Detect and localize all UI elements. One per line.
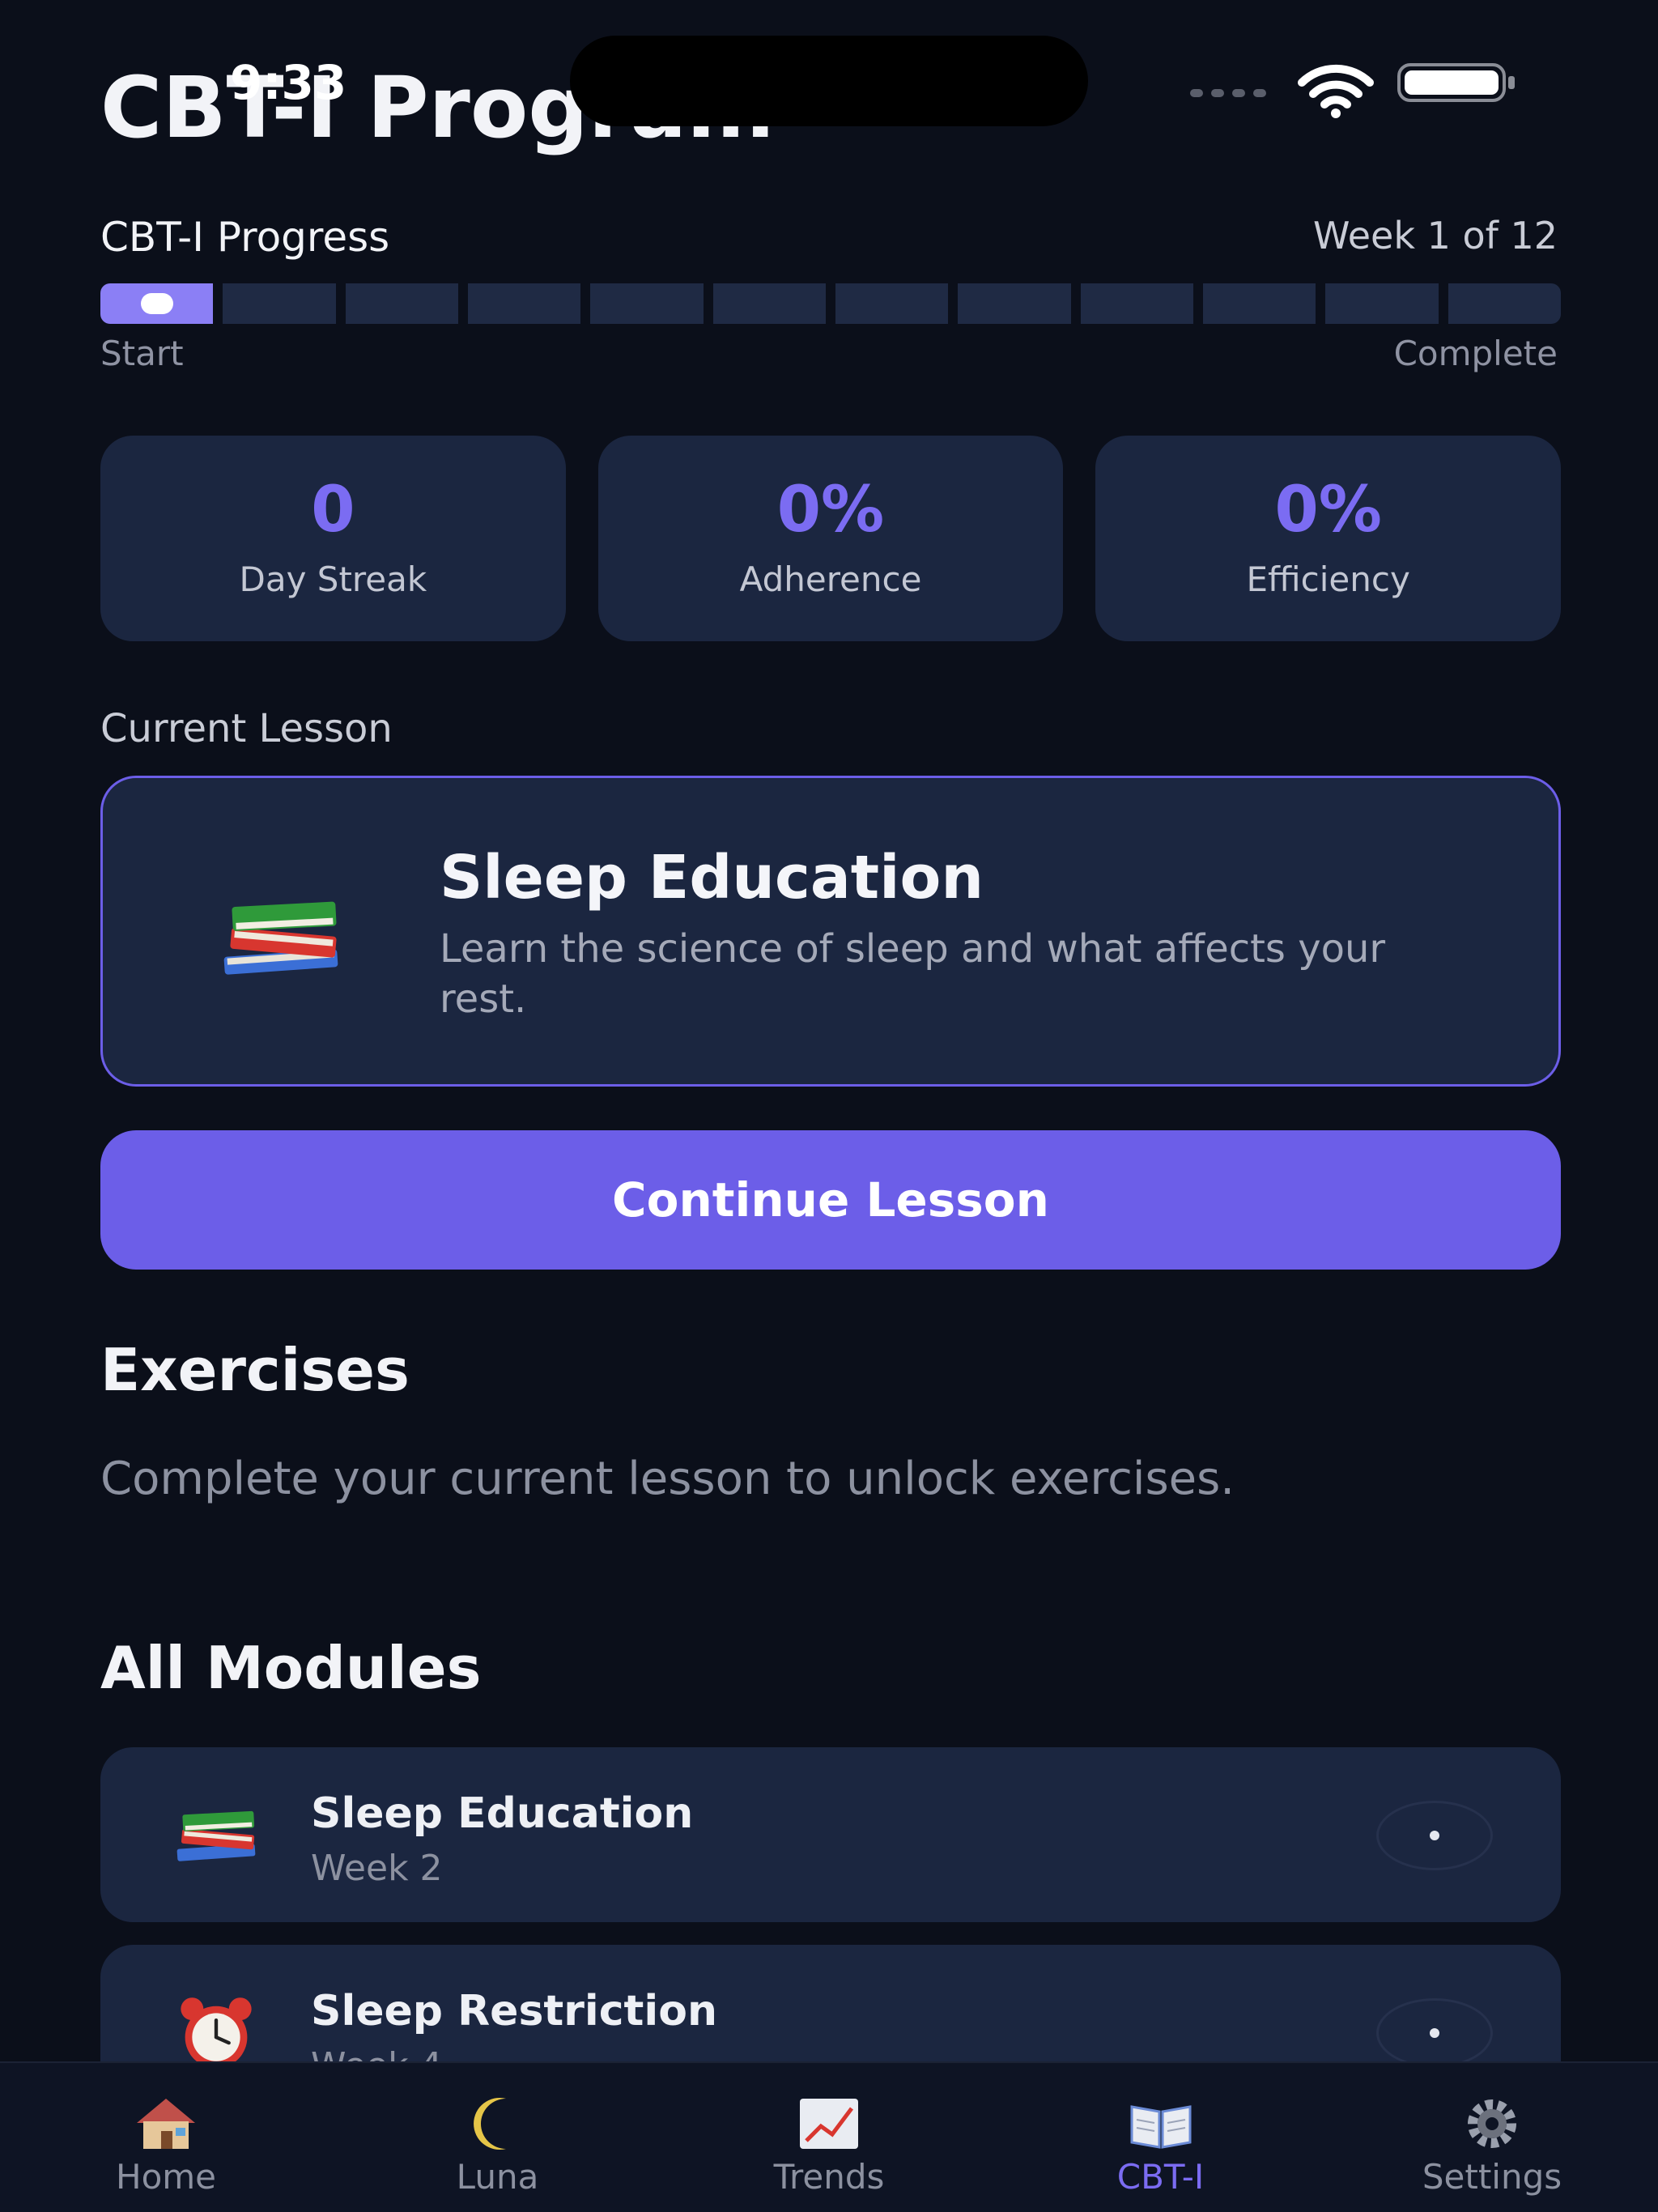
stat-card-efficiency: 0% Efficiency bbox=[1095, 436, 1562, 641]
module-status-indicator bbox=[1376, 1801, 1493, 1870]
modules-title: All Modules bbox=[100, 1634, 482, 1702]
alarm-clock-icon bbox=[181, 1997, 252, 2069]
tab-home[interactable]: Home bbox=[49, 2063, 283, 2212]
dynamic-island bbox=[570, 36, 1088, 126]
progress-segment bbox=[712, 283, 826, 324]
books-icon bbox=[176, 1810, 256, 1861]
progress-start-label: Start bbox=[100, 334, 184, 373]
tab-label: CBT-I bbox=[1116, 2157, 1205, 2197]
tab-label: Luna bbox=[456, 2157, 539, 2197]
progress-segment bbox=[590, 283, 704, 324]
stat-label: Efficiency bbox=[1246, 559, 1410, 599]
progress-segment bbox=[1202, 283, 1316, 324]
tab-bar: Home Luna Trends CBT-I Settings bbox=[0, 2061, 1658, 2212]
open-book-icon bbox=[1130, 2105, 1191, 2149]
progress-segment bbox=[1448, 283, 1561, 324]
books-icon bbox=[223, 901, 338, 975]
progress-segment bbox=[467, 283, 581, 324]
module-week: Week 2 bbox=[311, 1848, 443, 1889]
stat-value: 0% bbox=[776, 473, 885, 547]
tab-trends[interactable]: Trends bbox=[712, 2063, 946, 2212]
stat-card-adherence: 0% Adherence bbox=[597, 436, 1064, 641]
tab-label: Settings bbox=[1422, 2157, 1562, 2197]
progress-current-marker bbox=[140, 293, 173, 314]
progress-segment bbox=[1325, 283, 1439, 324]
stat-value: 0% bbox=[1274, 473, 1382, 547]
exercises-title: Exercises bbox=[100, 1336, 410, 1404]
week-label: Week 1 of 12 bbox=[1312, 214, 1558, 257]
moon-icon bbox=[473, 2098, 506, 2150]
progress-segment bbox=[223, 283, 336, 324]
continue-lesson-button[interactable]: Continue Lesson bbox=[100, 1130, 1561, 1270]
tab-cbt-i[interactable]: CBT-I bbox=[1044, 2063, 1278, 2212]
wifi-icon bbox=[1298, 64, 1374, 118]
lesson-title: Sleep Education bbox=[440, 843, 984, 912]
module-title: Sleep Restriction bbox=[311, 1987, 717, 2035]
progress-segment bbox=[835, 283, 949, 324]
stat-label: Adherence bbox=[739, 559, 922, 599]
module-item[interactable]: Sleep Education Week 2 bbox=[100, 1747, 1561, 1922]
house-icon bbox=[137, 2099, 195, 2149]
gear-icon bbox=[1468, 2099, 1516, 2148]
lesson-description: Learn the science of sleep and what affe… bbox=[440, 926, 1386, 1022]
exercises-locked-note: Complete your current lesson to unlock e… bbox=[100, 1453, 1235, 1505]
current-lesson-label: Current Lesson bbox=[100, 706, 393, 751]
status-time: 9:33 bbox=[230, 55, 347, 110]
progress-bar bbox=[100, 283, 1561, 324]
battery-icon bbox=[1397, 63, 1515, 102]
progress-segment-complete bbox=[100, 283, 214, 324]
tab-settings[interactable]: Settings bbox=[1375, 2063, 1609, 2212]
tab-luna[interactable]: Luna bbox=[380, 2063, 615, 2212]
progress-segment bbox=[345, 283, 458, 324]
progress-label: CBT-I Progress bbox=[100, 214, 390, 261]
tab-label: Home bbox=[115, 2157, 217, 2197]
stat-card-streak: 0 Day Streak bbox=[100, 436, 566, 641]
stats-row: 0 Day Streak 0% Adherence 0% Efficiency bbox=[100, 436, 1562, 641]
tab-label: Trends bbox=[773, 2157, 885, 2197]
stat-label: Day Streak bbox=[239, 559, 427, 599]
module-title: Sleep Education bbox=[311, 1789, 694, 1838]
progress-segment bbox=[958, 283, 1071, 324]
module-status-indicator bbox=[1376, 1998, 1493, 2068]
chart-icon bbox=[800, 2099, 858, 2149]
cellular-signal-icon bbox=[1190, 89, 1266, 97]
progress-segment bbox=[1080, 283, 1193, 324]
progress-complete-label: Complete bbox=[1393, 334, 1558, 373]
stat-value: 0 bbox=[311, 473, 355, 547]
current-lesson-card[interactable]: Sleep Education Learn the science of sle… bbox=[100, 776, 1561, 1087]
